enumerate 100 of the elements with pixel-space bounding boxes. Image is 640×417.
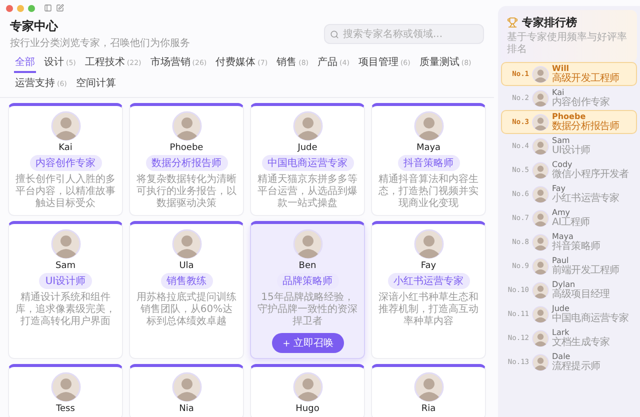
- expert-name: Nia: [179, 404, 194, 414]
- expert-description: 将复杂数据转化为清晰可执行的业务报告，以数据驱动决策: [136, 174, 237, 210]
- minimize-button[interactable]: [17, 4, 24, 12]
- expert-role: 小红书运营专家: [552, 193, 620, 204]
- expert-role: UI设计师: [552, 145, 590, 156]
- avatar-icon: [532, 66, 549, 82]
- expert-name: Ria: [421, 404, 436, 414]
- expert-name: Kai: [552, 88, 564, 97]
- expert-card[interactable]: Sam UI设计师 精通设计系统和组件库，追求像素级完美，打造高转化用户界面: [8, 221, 123, 359]
- expert-card[interactable]: Ula 销售教练 用苏格拉底式提问训练销售团队，从60%达标到总体绩效卓越: [129, 221, 244, 359]
- expert-name: Paul: [552, 256, 569, 265]
- avatar-icon: [292, 111, 322, 141]
- expert-role: 前端开发工程师: [552, 265, 620, 276]
- avatar-icon: [50, 372, 80, 402]
- expert-name: Kai: [58, 143, 72, 153]
- avatar-icon: [172, 372, 202, 402]
- expert-name: Will: [552, 64, 570, 73]
- page-subtitle: 按行业分类浏览专家，召唤他们为你服务: [10, 36, 190, 50]
- expert-card[interactable]: Tess: [8, 364, 123, 417]
- close-button[interactable]: [6, 4, 13, 12]
- trophy-icon: [507, 17, 518, 28]
- expert-card[interactable]: Kai 内容创作专家 擅长创作引人入胜的多平台内容，以精准故事触达目标受众: [8, 103, 123, 216]
- expert-role: 文档生成专家: [552, 337, 610, 348]
- expert-name: Lark: [552, 328, 570, 337]
- expert-description: 15年品牌战略经验，守护品牌一致性的资深捍卫者: [257, 292, 358, 328]
- expert-role: 中国电商运营专家: [552, 313, 629, 324]
- expert-role: 流程提示师: [552, 361, 600, 372]
- avatar-icon: [532, 282, 549, 298]
- expert-description: 精通天猫京东拼多多等平台运营，从选品到爆款一站式操盘: [257, 174, 358, 210]
- avatar-icon: [532, 90, 549, 106]
- leaderboard-title: 专家排行榜: [522, 15, 577, 30]
- avatar-icon: [50, 229, 80, 259]
- expert-description: 擅长创作引人入胜的多平台内容，以精准故事触达目标受众: [15, 174, 116, 210]
- expert-card[interactable]: Maya 抖音策略师 精通抖音算法和内容生态，打造热门视频并实现商业化变现: [371, 103, 486, 216]
- expert-card[interactable]: Fay 小红书运营专家 深谙小红书种草生态和推荐机制，打造高互动率种草内容: [371, 221, 486, 359]
- expert-name: Fay: [420, 261, 436, 271]
- avatar-icon: [414, 229, 444, 259]
- expert-role: 微信小程序开发者: [552, 169, 629, 180]
- expert-card[interactable]: Nia: [129, 364, 244, 417]
- role-tag: 品牌策略师: [276, 273, 338, 289]
- avatar-icon: [172, 229, 202, 259]
- maximize-button[interactable]: [28, 4, 35, 12]
- expert-description: 深谙小红书种草生态和推荐机制，打造高互动率种草内容: [378, 292, 479, 328]
- expert-card[interactable]: Ben 品牌策略师 15年品牌战略经验，守护品牌一致性的资深捍卫者 立即召唤: [250, 221, 365, 359]
- avatar-icon: [532, 114, 549, 130]
- expert-name: Phoebe: [170, 143, 204, 153]
- expert-name: Phoebe: [552, 112, 586, 121]
- expert-role: 数据分析报告师: [552, 121, 620, 132]
- category-tab[interactable]: 全部: [14, 54, 36, 73]
- expert-name: Fay: [552, 184, 567, 193]
- expert-name: Maya: [416, 143, 441, 153]
- expert-card[interactable]: Jude 中国电商运营专家 精通天猫京东拼多多等平台运营，从选品到爆款一站式操盘: [250, 103, 365, 216]
- avatar-icon: [532, 186, 549, 202]
- expert-name: Dylan: [552, 280, 576, 289]
- expert-name: Ula: [179, 261, 194, 271]
- search-icon: [330, 30, 339, 39]
- category-tab[interactable]: 空间计算: [74, 75, 117, 94]
- role-tag: 数据分析报告师: [146, 155, 228, 171]
- sidebar-icon[interactable]: [44, 4, 52, 12]
- expert-role: 高级开发工程师: [552, 73, 620, 84]
- plus-icon: [282, 338, 290, 348]
- expert-card[interactable]: Hugo: [250, 364, 365, 417]
- avatar-icon: [292, 372, 322, 402]
- avatar-icon: [532, 354, 549, 370]
- avatar-icon: [292, 229, 322, 259]
- avatar-icon: [50, 111, 80, 141]
- expert-name: Jude: [552, 304, 570, 313]
- role-tag: 销售教练: [160, 273, 212, 289]
- avatar-icon: [532, 234, 549, 250]
- expert-description: 精通抖音算法和内容生态，打造热门视频并实现商业化变现: [378, 174, 479, 210]
- expert-name: Ben: [298, 261, 316, 271]
- role-tag: 小红书运营专家: [388, 273, 470, 289]
- role-tag: 内容创作专家: [30, 155, 102, 171]
- avatar-icon: [532, 306, 549, 322]
- avatar-icon: [532, 138, 549, 154]
- expert-name: Maya: [552, 232, 574, 241]
- compose-icon[interactable]: [56, 4, 64, 12]
- expert-card[interactable]: Ria: [371, 364, 486, 417]
- expert-description: 用苏格拉底式提问训练销售团队，从60%达标到总体绩效卓越: [136, 292, 237, 328]
- expert-role: AI工程师: [552, 217, 590, 228]
- expert-name: Dale: [552, 352, 572, 361]
- expert-name: Sam: [56, 261, 76, 271]
- role-tag: UI设计师: [39, 273, 92, 289]
- page-title: 专家中心: [10, 18, 60, 35]
- avatar-icon: [532, 162, 549, 178]
- summon-button[interactable]: 立即召唤: [272, 333, 344, 353]
- role-tag: 中国电商运营专家: [262, 155, 354, 171]
- avatar-icon: [172, 111, 202, 141]
- role-tag: 抖音策略师: [398, 155, 460, 171]
- expert-description: 精通设计系统和组件库，追求像素级完美，打造高转化用户界面: [15, 292, 116, 328]
- expert-card[interactable]: Phoebe 数据分析报告师 将复杂数据转化为清晰可执行的业务报告，以数据驱动决策: [129, 103, 244, 216]
- avatar-icon: [414, 111, 444, 141]
- leaderboard-subtitle: 基于专家使用频率与好评率排名: [507, 32, 628, 56]
- expert-name: Tess: [56, 404, 75, 414]
- expert-role: 抖音策略师: [552, 241, 600, 252]
- expert-role: 内容创作专家: [552, 97, 610, 108]
- search-field[interactable]: 搜索专家名称或领域...: [324, 24, 484, 44]
- avatar-icon: [532, 330, 549, 346]
- expert-name: Amy: [552, 208, 571, 217]
- expert-name: Hugo: [296, 404, 320, 414]
